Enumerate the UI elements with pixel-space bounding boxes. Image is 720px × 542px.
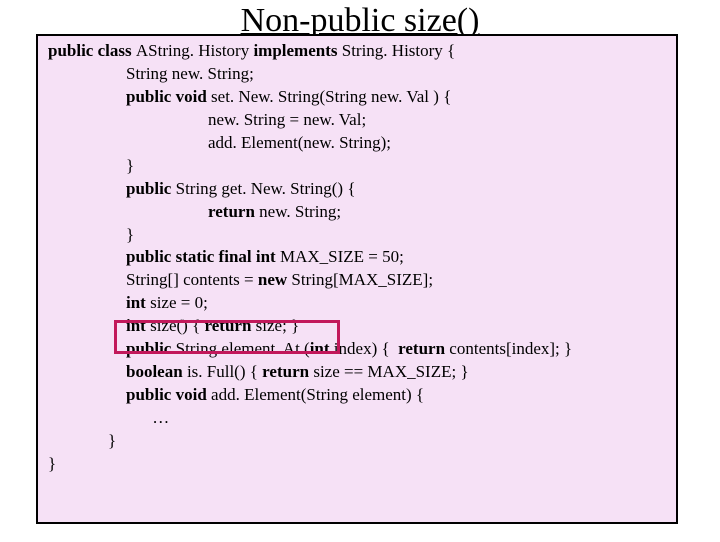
keyword: boolean	[126, 362, 187, 381]
code-line: }	[48, 453, 670, 476]
code-line: new. String = new. Val;	[48, 109, 670, 132]
code-line: public class AString. History implements…	[48, 40, 670, 63]
code-line: String[] contents = new String[MAX_SIZE]…	[48, 269, 670, 292]
code-text: size; }	[256, 316, 300, 335]
code-text: MAX_SIZE = 50;	[280, 247, 404, 266]
code-text: AString. History	[136, 41, 254, 60]
keyword: return	[262, 362, 313, 381]
keyword: return	[205, 316, 256, 335]
code-line: public void set. New. String(String new.…	[48, 86, 670, 109]
code-line: public void add. Element(String element)…	[48, 384, 670, 407]
code-line: public String get. New. String() {	[48, 178, 670, 201]
code-text: }	[108, 431, 116, 450]
keyword: public	[126, 179, 176, 198]
code-text: String. History {	[342, 41, 455, 60]
code-text: add. Element(String element) {	[211, 385, 424, 404]
code-line: public String element. At (int index) { …	[48, 338, 670, 361]
code-text: }	[126, 225, 134, 244]
keyword: public	[126, 339, 176, 358]
keyword: public void	[126, 385, 211, 404]
code-line: …	[48, 407, 670, 430]
code-text: set. New. String(String new. Val ) {	[211, 87, 451, 106]
code-line: }	[48, 430, 670, 453]
code-line: int size = 0;	[48, 292, 670, 315]
keyword: public void	[126, 87, 211, 106]
keyword: new	[258, 270, 292, 289]
keyword: public class	[48, 41, 136, 60]
keyword: public static final int	[126, 247, 280, 266]
keyword: return	[398, 339, 449, 358]
code-line: String new. String;	[48, 63, 670, 86]
code-text: contents[index]; }	[449, 339, 572, 358]
code-text: String[] contents =	[126, 270, 258, 289]
keyword: int	[126, 316, 150, 335]
code-text: new. String = new. Val;	[208, 110, 366, 129]
code-text: String element. At (	[176, 339, 310, 358]
code-text: }	[126, 156, 134, 175]
code-line: }	[48, 155, 670, 178]
code-line: int size() { return size; }	[48, 315, 670, 338]
code-text: …	[148, 408, 169, 427]
keyword: int	[310, 339, 334, 358]
code-text: String get. New. String() {	[176, 179, 356, 198]
code-text: add. Element(new. String);	[208, 133, 391, 152]
code-line: add. Element(new. String);	[48, 132, 670, 155]
code-text: String[MAX_SIZE];	[291, 270, 433, 289]
keyword: return	[208, 202, 259, 221]
code-text: size() {	[150, 316, 204, 335]
code-text: }	[48, 454, 56, 473]
keyword: implements	[253, 41, 341, 60]
code-text: index) {	[334, 339, 398, 358]
code-text: size == MAX_SIZE; }	[313, 362, 468, 381]
code-line: public static final int MAX_SIZE = 50;	[48, 246, 670, 269]
code-line: boolean is. Full() { return size == MAX_…	[48, 361, 670, 384]
code-text: is. Full() {	[187, 362, 262, 381]
keyword: int	[126, 293, 150, 312]
code-block: public class AString. History implements…	[36, 34, 678, 524]
code-line: }	[48, 224, 670, 247]
code-text: String new. String;	[126, 64, 254, 83]
code-text: size = 0;	[150, 293, 208, 312]
code-line: return new. String;	[48, 201, 670, 224]
code-text: new. String;	[259, 202, 341, 221]
